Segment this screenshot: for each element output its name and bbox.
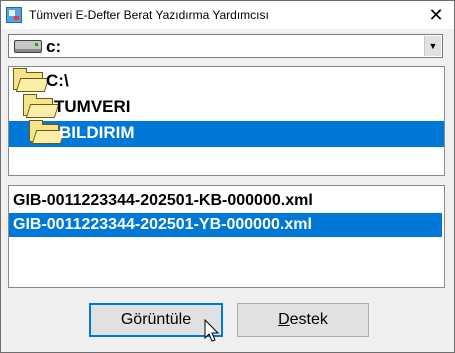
open-folder-icon xyxy=(23,94,53,116)
folder-label: TUMVERI xyxy=(54,97,131,116)
mouse-cursor-icon xyxy=(204,319,220,342)
file-item-selected[interactable]: GIB-0011223344-202501-YB-000000.xml xyxy=(9,213,442,237)
window-title: Tümveri E-Defter Berat Yazıdırma Yardımc… xyxy=(29,8,269,22)
folder-label: C:\ xyxy=(46,71,69,90)
help-button-mnemonic: D xyxy=(278,311,290,328)
folder-label: BILDIRIM xyxy=(59,123,135,142)
file-list[interactable]: GIB-0011223344-202501-KB-000000.xml GIB-… xyxy=(8,185,445,288)
drive-value: c: xyxy=(46,37,62,56)
help-button-label: estek xyxy=(289,311,328,328)
open-folder-icon xyxy=(13,68,43,90)
folder-item-bildirim[interactable]: BILDIRIM xyxy=(9,120,444,147)
folder-item-tumveri[interactable]: TUMVERI xyxy=(9,94,209,121)
main-window: Tümveri E-Defter Berat Yazıdırma Yardımc… xyxy=(0,0,455,353)
chevron-down-icon[interactable]: ▼ xyxy=(424,36,441,56)
title-bar[interactable]: Tümveri E-Defter Berat Yazıdırma Yardımc… xyxy=(1,1,454,29)
close-button[interactable]: ✕ xyxy=(418,1,454,29)
view-button[interactable]: Görüntüle xyxy=(89,303,223,337)
open-folder-icon xyxy=(29,120,59,142)
folder-list[interactable]: C:\ TUMVERI BILDIRIM xyxy=(8,66,445,176)
help-button[interactable]: Destek xyxy=(237,303,369,337)
app-icon xyxy=(6,7,22,23)
hard-drive-icon xyxy=(14,40,42,53)
folder-item-root[interactable]: C:\ xyxy=(9,68,109,95)
file-item[interactable]: GIB-0011223344-202501-KB-000000.xml xyxy=(9,189,442,213)
drive-select[interactable]: c: ▼ xyxy=(8,34,443,58)
